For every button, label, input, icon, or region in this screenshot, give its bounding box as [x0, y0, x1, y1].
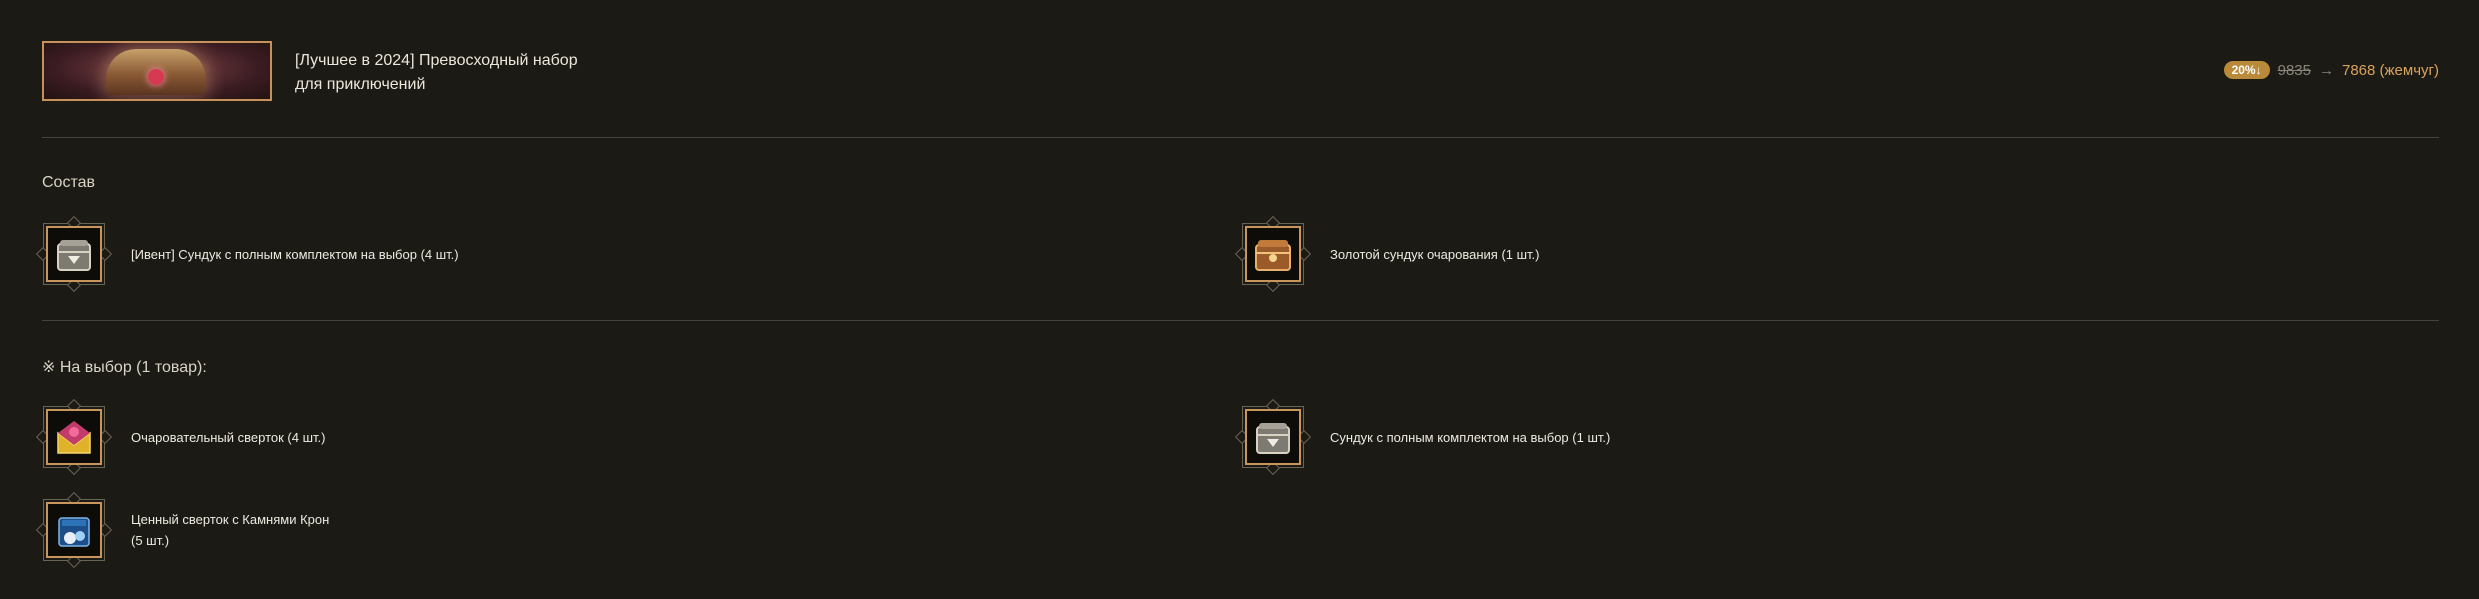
product-title-line2: для приключений	[295, 76, 426, 93]
choice-item[interactable]: Очаровательный сверток (4 шт.)	[35, 398, 326, 476]
new-price: 7868 (жемчуг)	[2341, 61, 2439, 79]
composition-item[interactable]: Золотой сундук очарования (1 шт.)	[1234, 215, 1540, 293]
golden-chest-icon	[1255, 240, 1291, 271]
product-title-line1: [Лучшее в 2024] Превосходный набор	[295, 52, 578, 69]
item-slot	[1234, 215, 1312, 293]
item-label-line2: (5 шт.)	[131, 533, 170, 548]
item-slot	[35, 491, 113, 569]
treasure-chest-icon	[106, 49, 206, 95]
silver-chest-icon	[57, 240, 91, 271]
divider	[42, 320, 2439, 321]
item-label: Очаровательный сверток (4 шт.)	[131, 429, 326, 445]
item-label: [Ивент] Сундук с полным комплектом на вы…	[131, 246, 459, 262]
item-label: Золотой сундук очарования (1 шт.)	[1330, 246, 1540, 262]
product-banner-image	[42, 41, 272, 101]
silver-chest-icon	[1256, 423, 1290, 454]
choice-item[interactable]: Сундук с полным комплектом на выбор (1 ш…	[1234, 398, 1611, 476]
item-slot	[35, 398, 113, 476]
item-slot	[1234, 398, 1312, 476]
composition-label: Состав	[42, 174, 95, 191]
choice-label: ※ На выбор (1 товар):	[42, 359, 207, 376]
charming-bundle-icon	[57, 421, 91, 454]
divider	[42, 137, 2439, 138]
composition-item[interactable]: [Ивент] Сундук с полным комплектом на вы…	[35, 215, 459, 293]
product-title: [Лучшее в 2024] Превосходный набор для п…	[295, 49, 615, 97]
item-label: Ценный сверток с Камнями Крон (5 шт.)	[131, 509, 329, 551]
item-slot	[35, 215, 113, 293]
old-price: 9835	[2277, 61, 2311, 79]
crown-stone-bundle-icon	[58, 517, 90, 547]
price-arrow: →	[2318, 61, 2334, 79]
price-info: 20%↓ 9835 → 7868 (жемчуг)	[2223, 61, 2439, 79]
item-label: Сундук с полным комплектом на выбор (1 ш…	[1330, 429, 1611, 445]
discount-badge: 20%↓	[2223, 61, 2270, 79]
item-label-line1: Ценный сверток с Камнями Крон	[131, 512, 330, 527]
choice-item[interactable]: Ценный сверток с Камнями Крон (5 шт.)	[35, 491, 329, 569]
